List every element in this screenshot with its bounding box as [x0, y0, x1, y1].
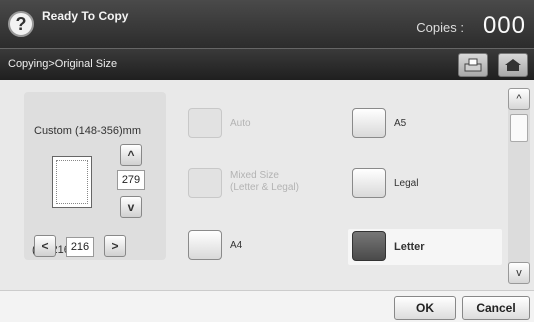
home-button[interactable] — [498, 53, 528, 77]
status-title: Ready To Copy — [42, 9, 129, 23]
letter-option-label: Letter — [394, 241, 425, 253]
legal-option-label: Legal — [394, 178, 419, 189]
mixed-size-option-label: Mixed Size (Letter & Legal) — [230, 170, 299, 194]
height-up-button[interactable]: ^ — [120, 144, 142, 166]
status-bar: ? Ready To Copy Copies : 000 — [0, 0, 534, 48]
paper-preview — [52, 156, 92, 208]
breadcrumb-bar: Copying>Original Size — [0, 48, 534, 80]
home-icon — [505, 59, 521, 71]
custom-label: Custom (148-356)mm — [34, 125, 141, 137]
a5-option-button[interactable] — [352, 108, 386, 138]
legal-option-button[interactable] — [352, 168, 386, 198]
cancel-button[interactable]: Cancel — [462, 296, 530, 320]
scroll-up-button[interactable]: ^ — [508, 88, 530, 110]
width-value[interactable]: 216 — [66, 237, 94, 257]
mixed-size-option-button[interactable] — [188, 168, 222, 198]
scroll-thumb[interactable] — [510, 114, 528, 142]
scroll-down-button[interactable]: v — [508, 262, 530, 284]
a5-option-label: A5 — [394, 118, 407, 129]
a4-option-label: A4 — [230, 240, 243, 251]
letter-option-button[interactable] — [352, 231, 386, 261]
action-bar: OK Cancel — [0, 290, 534, 322]
auto-option-button[interactable] — [188, 108, 222, 138]
mixed-size-line1: Mixed Size — [230, 170, 279, 181]
main-area: Custom (148-356)mm ^ 279 v (98-216)mm < … — [0, 80, 534, 290]
a4-option-button[interactable] — [188, 230, 222, 260]
height-down-button[interactable]: v — [120, 196, 142, 218]
help-button[interactable]: ? — [8, 11, 34, 37]
tray-button[interactable] — [458, 53, 488, 77]
width-right-button[interactable]: > — [104, 235, 126, 257]
height-value[interactable]: 279 — [117, 170, 145, 190]
width-left-button[interactable]: < — [34, 235, 56, 257]
ok-button[interactable]: OK — [394, 296, 456, 320]
copies-label: Copies : — [416, 20, 464, 35]
tray-icon — [464, 58, 482, 72]
copies-value: 000 — [482, 12, 526, 39]
scrollbar[interactable]: ^ v — [508, 88, 530, 284]
auto-option-label: Auto — [230, 118, 251, 129]
help-icon: ? — [15, 14, 27, 34]
breadcrumb: Copying>Original Size — [8, 58, 118, 70]
mixed-size-line2: (Letter & Legal) — [230, 182, 299, 193]
